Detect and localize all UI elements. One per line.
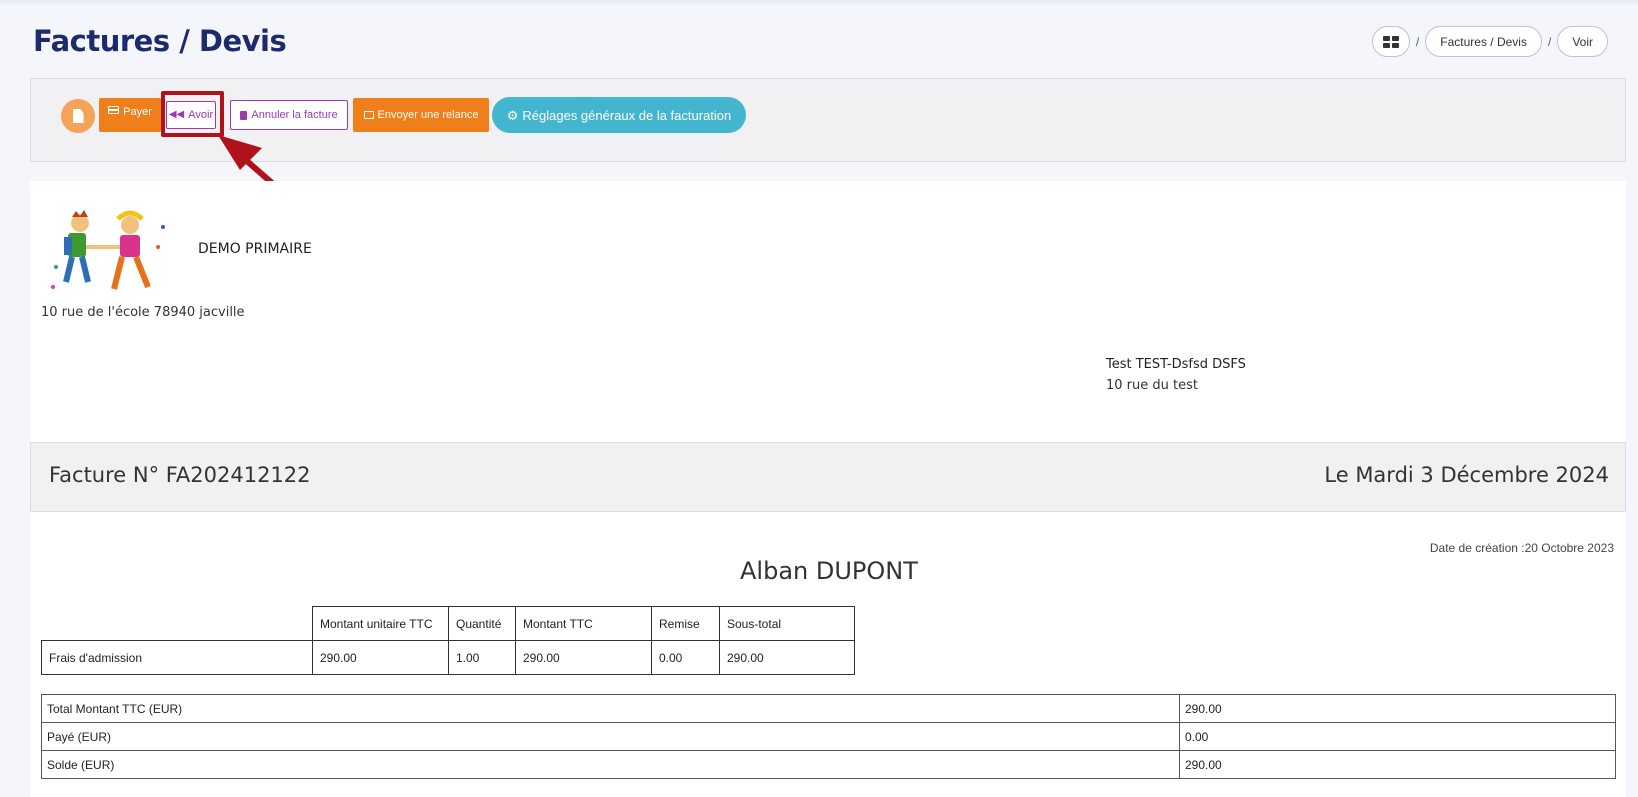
annuler-facture-button[interactable]: Annuler la facture bbox=[230, 100, 348, 130]
client-address: 10 rue du test bbox=[1106, 378, 1198, 393]
student-name: Alban DUPONT bbox=[740, 557, 918, 585]
breadcrumb: / Factures / Devis / Voir bbox=[1371, 26, 1608, 57]
table-header-cell: Sous-total bbox=[719, 606, 855, 641]
table-row: Frais d'admission 290.00 1.00 290.00 0.0… bbox=[41, 640, 855, 675]
payer-button[interactable]: Payer bbox=[99, 98, 161, 132]
school-address: 10 rue de l'école 78940 jacville bbox=[41, 305, 245, 320]
gear-icon: ⚙ bbox=[506, 107, 519, 123]
trash-icon bbox=[240, 110, 248, 120]
school-name: DEMO PRIMAIRE bbox=[198, 241, 312, 257]
table-cell: 290.00 bbox=[515, 640, 652, 675]
table-header-cell: Montant unitaire TTC bbox=[312, 606, 449, 641]
breadcrumb-voir[interactable]: Voir bbox=[1557, 26, 1608, 57]
totals-label: Total Montant TTC (EUR) bbox=[41, 694, 1180, 723]
table-cell: Frais d'admission bbox=[41, 640, 313, 675]
table-header-cell bbox=[41, 606, 313, 641]
action-toolbar: Payer ◀◀ Avoir Annuler la facture Envoye… bbox=[30, 78, 1626, 162]
invoice-number: Facture N° FA202412122 bbox=[49, 463, 311, 487]
totals-row: Total Montant TTC (EUR) 290.00 bbox=[41, 694, 1616, 723]
invoice-header-bar: Facture N° FA202412122 Le Mardi 3 Décemb… bbox=[30, 442, 1626, 512]
breadcrumb-home[interactable] bbox=[1371, 26, 1410, 57]
payer-label: Payer bbox=[123, 106, 152, 118]
envoyer-relance-button[interactable]: Envoyer une relance bbox=[353, 98, 489, 132]
invoice-items-table: Montant unitaire TTC Quantité Montant TT… bbox=[41, 606, 855, 675]
credit-card-icon bbox=[108, 106, 120, 114]
totals-value: 0.00 bbox=[1179, 722, 1616, 751]
invoice-totals-table: Total Montant TTC (EUR) 290.00 Payé (EUR… bbox=[41, 694, 1616, 779]
table-header-row: Montant unitaire TTC Quantité Montant TT… bbox=[41, 606, 855, 641]
breadcrumb-separator: / bbox=[1415, 34, 1420, 49]
breadcrumb-factures[interactable]: Factures / Devis bbox=[1425, 26, 1542, 57]
creation-date: Date de création :20 Octobre 2023 bbox=[1429, 541, 1614, 555]
table-header-cell: Remise bbox=[651, 606, 720, 641]
totals-value: 290.00 bbox=[1179, 750, 1616, 779]
table-header-cell: Quantité bbox=[448, 606, 516, 641]
document-icon-button[interactable] bbox=[61, 99, 95, 133]
backward-icon: ◀◀ bbox=[168, 109, 185, 120]
annuler-label: Annuler la facture bbox=[251, 109, 338, 121]
invoice-date: Le Mardi 3 Décembre 2024 bbox=[1324, 463, 1609, 487]
reglages-button[interactable]: ⚙ Réglages généraux de la facturation bbox=[492, 97, 746, 133]
envelope-icon bbox=[363, 111, 374, 119]
page-title: Factures / Devis bbox=[33, 24, 287, 58]
table-cell: 290.00 bbox=[719, 640, 855, 675]
relance-label: Envoyer une relance bbox=[377, 109, 479, 121]
dashboard-grid-icon bbox=[1382, 35, 1399, 48]
totals-row: Solde (EUR) 290.00 bbox=[41, 750, 1616, 779]
avoir-label: Avoir bbox=[188, 109, 214, 121]
document-icon bbox=[72, 109, 84, 123]
school-logo-image bbox=[51, 210, 165, 290]
table-cell: 0.00 bbox=[651, 640, 720, 675]
table-cell: 1.00 bbox=[448, 640, 516, 675]
breadcrumb-separator: / bbox=[1547, 34, 1552, 49]
reglages-label: Réglages généraux de la facturation bbox=[522, 107, 732, 123]
top-shadow bbox=[0, 0, 1638, 6]
table-cell: 290.00 bbox=[312, 640, 449, 675]
totals-value: 290.00 bbox=[1179, 694, 1616, 723]
invoice-document: DEMO PRIMAIRE 10 rue de l'école 78940 ja… bbox=[30, 181, 1626, 797]
totals-label: Payé (EUR) bbox=[41, 722, 1180, 751]
client-name: Test TEST-Dsfsd DSFS bbox=[1106, 357, 1246, 372]
totals-row: Payé (EUR) 0.00 bbox=[41, 722, 1616, 751]
totals-label: Solde (EUR) bbox=[41, 750, 1180, 779]
table-header-cell: Montant TTC bbox=[515, 606, 652, 641]
avoir-button[interactable]: ◀◀ Avoir bbox=[166, 101, 216, 129]
